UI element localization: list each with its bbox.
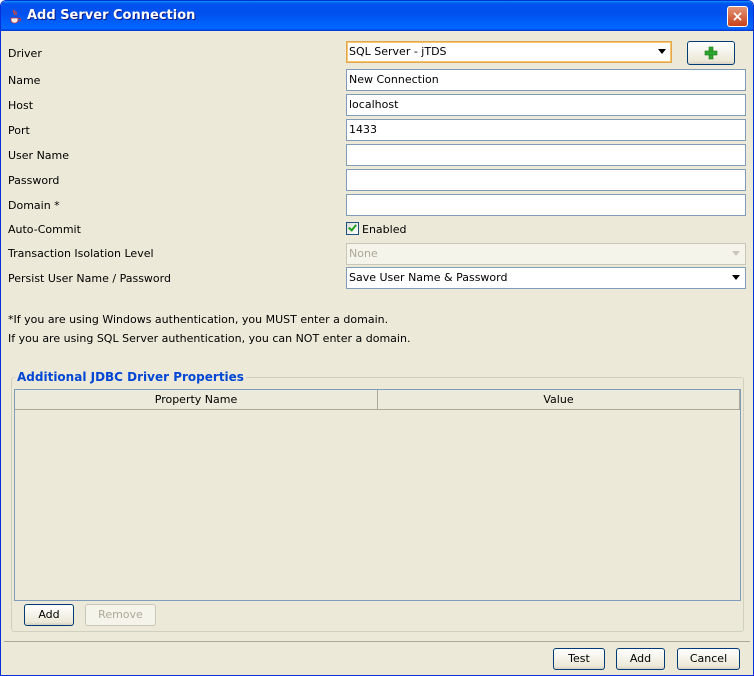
dropdown-arrow-icon: [658, 49, 666, 54]
driver-select[interactable]: SQL Server - jTDS: [346, 41, 672, 63]
test-button[interactable]: Test: [553, 648, 605, 670]
host-label: Host: [8, 99, 34, 112]
dropdown-arrow-icon: [732, 251, 740, 256]
isolation-value: None: [349, 247, 378, 260]
add-property-button[interactable]: Add: [24, 604, 74, 626]
close-icon: ×: [731, 8, 744, 25]
cancel-button[interactable]: Cancel: [677, 648, 740, 670]
footer-divider: [4, 641, 750, 642]
password-input[interactable]: [346, 169, 746, 191]
autocommit-checkbox[interactable]: [346, 222, 359, 235]
name-label: Name: [8, 74, 41, 87]
close-button[interactable]: ×: [727, 6, 748, 27]
dropdown-arrow-icon: [732, 275, 740, 280]
jdbc-group-title: Additional JDBC Driver Properties: [15, 370, 246, 384]
persist-select[interactable]: Save User Name & Password: [346, 267, 746, 289]
remove-property-button: Remove: [85, 604, 156, 626]
window-title: Add Server Connection: [27, 8, 196, 23]
title-bar[interactable]: Add Server Connection ×: [1, 1, 753, 31]
add-driver-button[interactable]: [687, 41, 735, 65]
username-input[interactable]: [346, 144, 746, 166]
port-input[interactable]: 1433: [346, 119, 746, 141]
java-coffee-cup-icon: [10, 9, 22, 24]
add-button[interactable]: Add: [616, 648, 665, 670]
username-label: User Name: [8, 149, 70, 162]
autocommit-checkbox-label[interactable]: Enabled: [362, 223, 406, 236]
driver-value: SQL Server - jTDS: [349, 45, 447, 58]
isolation-label: Transaction Isolation Level: [8, 247, 154, 260]
isolation-select: None: [346, 243, 746, 265]
persist-label: Persist User Name / Password: [8, 272, 171, 285]
sql-auth-note: If you are using SQL Server authenticati…: [8, 332, 411, 345]
host-input[interactable]: localhost: [346, 94, 746, 116]
add-server-connection-dialog: Add Server Connection × Driver SQL Serve…: [0, 0, 754, 676]
name-input[interactable]: New Connection: [346, 69, 746, 91]
port-label: Port: [8, 124, 30, 137]
table-header: Property Name Value: [15, 390, 740, 410]
jdbc-properties-table[interactable]: Property Name Value: [14, 389, 741, 601]
plus-icon: [704, 46, 718, 60]
domain-label: Domain *: [8, 199, 60, 212]
column-header-value[interactable]: Value: [378, 390, 740, 410]
password-label: Password: [8, 174, 60, 187]
dialog-content: Driver SQL Server - jTDS Name New Connec…: [4, 31, 750, 673]
column-header-property-name[interactable]: Property Name: [15, 390, 378, 410]
driver-label: Driver: [8, 47, 42, 60]
checkmark-icon: [348, 222, 357, 232]
autocommit-label: Auto-Commit: [8, 223, 81, 236]
persist-value: Save User Name & Password: [349, 271, 508, 284]
domain-input[interactable]: [346, 194, 746, 216]
windows-auth-note: *If you are using Windows authentication…: [8, 313, 389, 326]
